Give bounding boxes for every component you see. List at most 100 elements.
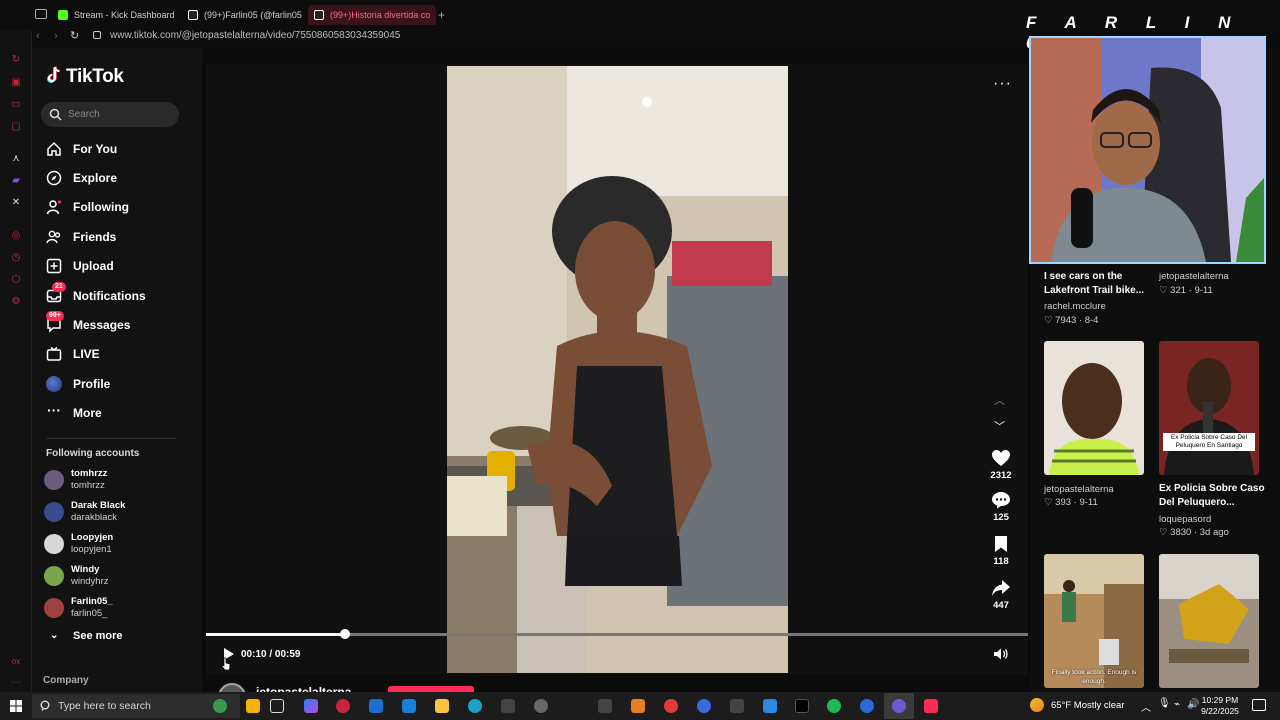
bag-icon[interactable]: ▣ [9,76,23,90]
author-name[interactable]: jetopastelalterna [256,685,351,692]
bookmark-icon [995,536,1007,552]
reload-icon[interactable]: ↻ [70,29,79,42]
folder-icon[interactable] [435,699,449,713]
related-title[interactable]: Ex Policia Sobre Caso Del Peluquero... [1159,482,1269,510]
terminal-icon[interactable] [795,699,809,713]
back-icon[interactable]: ‹ [36,30,40,42]
discord-icon[interactable] [892,699,906,713]
nav-upload[interactable]: Upload [46,255,114,277]
nav-following[interactable]: Following [46,196,129,218]
youtube-icon[interactable] [664,699,678,713]
task-view-icon[interactable] [270,699,284,713]
save-button[interactable]: 118 [988,535,1014,567]
taskbar-search-placeholder: Type here to search [58,700,151,712]
opera-icon[interactable] [336,699,350,713]
search-input[interactable]: Search [41,102,179,127]
cube-icon[interactable]: ⬡ [9,273,23,287]
notifications-badge: 21 [52,282,66,292]
thumbnail-image [1159,341,1259,475]
nav-more[interactable]: ··· More [46,402,102,424]
nav-messages[interactable]: 99+ Messages [46,311,130,336]
new-tab-button[interactable]: + [438,8,445,22]
author-avatar[interactable] [218,683,246,692]
tab-list-icon[interactable] [35,9,47,19]
comment-button[interactable]: 125 [988,491,1014,523]
more-icon[interactable]: ⋯ [9,676,23,690]
circle-icon[interactable]: ◎ [9,229,23,243]
see-more-button[interactable]: ⌄ See more [46,630,123,642]
message-icon[interactable]: ▭ [9,98,23,112]
related-stats: ♡ 7943 · 8-4 [1044,315,1099,326]
windows-start-icon[interactable] [10,700,22,712]
edge-icon[interactable] [468,699,482,713]
chevron-down-icon[interactable]: ﹀ [994,418,1005,434]
tab-historia[interactable]: (99+)Historia divertida co [308,5,436,25]
url-field[interactable]: www.tiktok.com/@jetopastelalterna/video/… [110,30,400,41]
more-options-icon[interactable]: ··· [993,75,1012,93]
related-author[interactable]: rachel.mcclure [1044,301,1106,312]
spotify-icon[interactable] [827,699,841,713]
chevron-up-icon[interactable]: ︿ [994,392,1005,408]
store-icon[interactable] [369,699,383,713]
widget-icon[interactable] [246,699,260,713]
company-link[interactable]: Company [43,675,89,686]
related-thumbnail[interactable] [1159,554,1259,688]
tiktok-icon[interactable] [924,699,938,713]
related-stats: ♡ 321 · 9-11 [1159,285,1213,296]
vlc-icon[interactable] [631,699,645,713]
nav-profile[interactable]: Profile [46,373,110,395]
twitch-icon[interactable]: ▰ [9,174,23,188]
taskbar-search-input[interactable]: Type here to search [32,694,240,718]
tiktok-logo[interactable]: TikTok [46,66,124,88]
nav-for-you[interactable]: For You [46,138,117,160]
network-icon[interactable]: ⌁ [1174,699,1180,710]
settings-icon[interactable]: ⚙ [9,295,23,309]
tab-kick[interactable]: Stream - Kick Dashboard [52,5,180,25]
chatgpt-icon[interactable] [534,699,548,713]
copilot-icon[interactable] [304,699,318,713]
weather-text[interactable]: 65°F Mostly clear [1051,700,1125,711]
chevron-up-icon[interactable]: ︿ [1141,699,1151,714]
upload-icon [46,258,62,274]
box-icon[interactable]: ▢ [9,120,23,134]
lock-icon [93,31,101,39]
video-frame[interactable] [447,66,788,673]
forward-icon[interactable]: › [54,30,58,42]
related-author[interactable]: jetopastelalterna [1044,484,1114,495]
app-icon[interactable] [730,699,744,713]
arrow-icon[interactable]: ⋏ [9,152,23,166]
related-thumbnail[interactable]: Ex Policia Sobre Caso Del Peluquero En S… [1159,341,1259,475]
progress-handle[interactable] [340,629,350,639]
capcut-icon[interactable] [598,699,612,713]
app-icon[interactable] [860,699,874,713]
browser-icon[interactable] [697,699,711,713]
clock-time: 10:29 PM [1201,695,1239,705]
nav-live[interactable]: LIVE [46,343,100,365]
paint-icon[interactable] [763,699,777,713]
x-icon[interactable]: ✕ [9,196,23,210]
outlook-icon[interactable] [402,699,416,713]
tiktok-icon [314,10,324,20]
app-icon[interactable] [501,699,515,713]
nav-notifications[interactable]: 21 Notifications [46,282,146,307]
microphone-icon[interactable]: 🎙 [1158,698,1171,709]
related-author[interactable]: loquepasord [1159,514,1211,525]
related-author[interactable]: jetopastelalterna [1159,271,1229,282]
volume-icon[interactable] [993,647,1009,661]
video-content [447,66,788,673]
globe-icon[interactable] [213,699,227,713]
tab-farlin[interactable]: (99+)Farlin05 (@farlin05 [182,5,302,25]
related-thumbnail[interactable] [1044,341,1144,475]
clock-icon[interactable]: ◷ [9,251,23,265]
related-thumbnail[interactable]: Finally took action. Enough is enough. [1044,554,1144,688]
notification-center-icon[interactable] [1252,699,1266,711]
like-button[interactable]: 2312 [988,449,1014,481]
home-icon [47,141,61,156]
nav-explore[interactable]: Explore [46,167,117,189]
refresh-icon[interactable]: ↻ [9,53,23,67]
related-title[interactable]: I see cars on the Lakefront Trail bike..… [1044,270,1154,298]
share-button[interactable]: 447 [988,579,1014,611]
nav-friends[interactable]: Friends [46,226,116,248]
taskbar-clock[interactable]: 10:29 PM 9/22/2025 [1195,695,1245,717]
tools-icon[interactable]: ox [9,655,23,669]
